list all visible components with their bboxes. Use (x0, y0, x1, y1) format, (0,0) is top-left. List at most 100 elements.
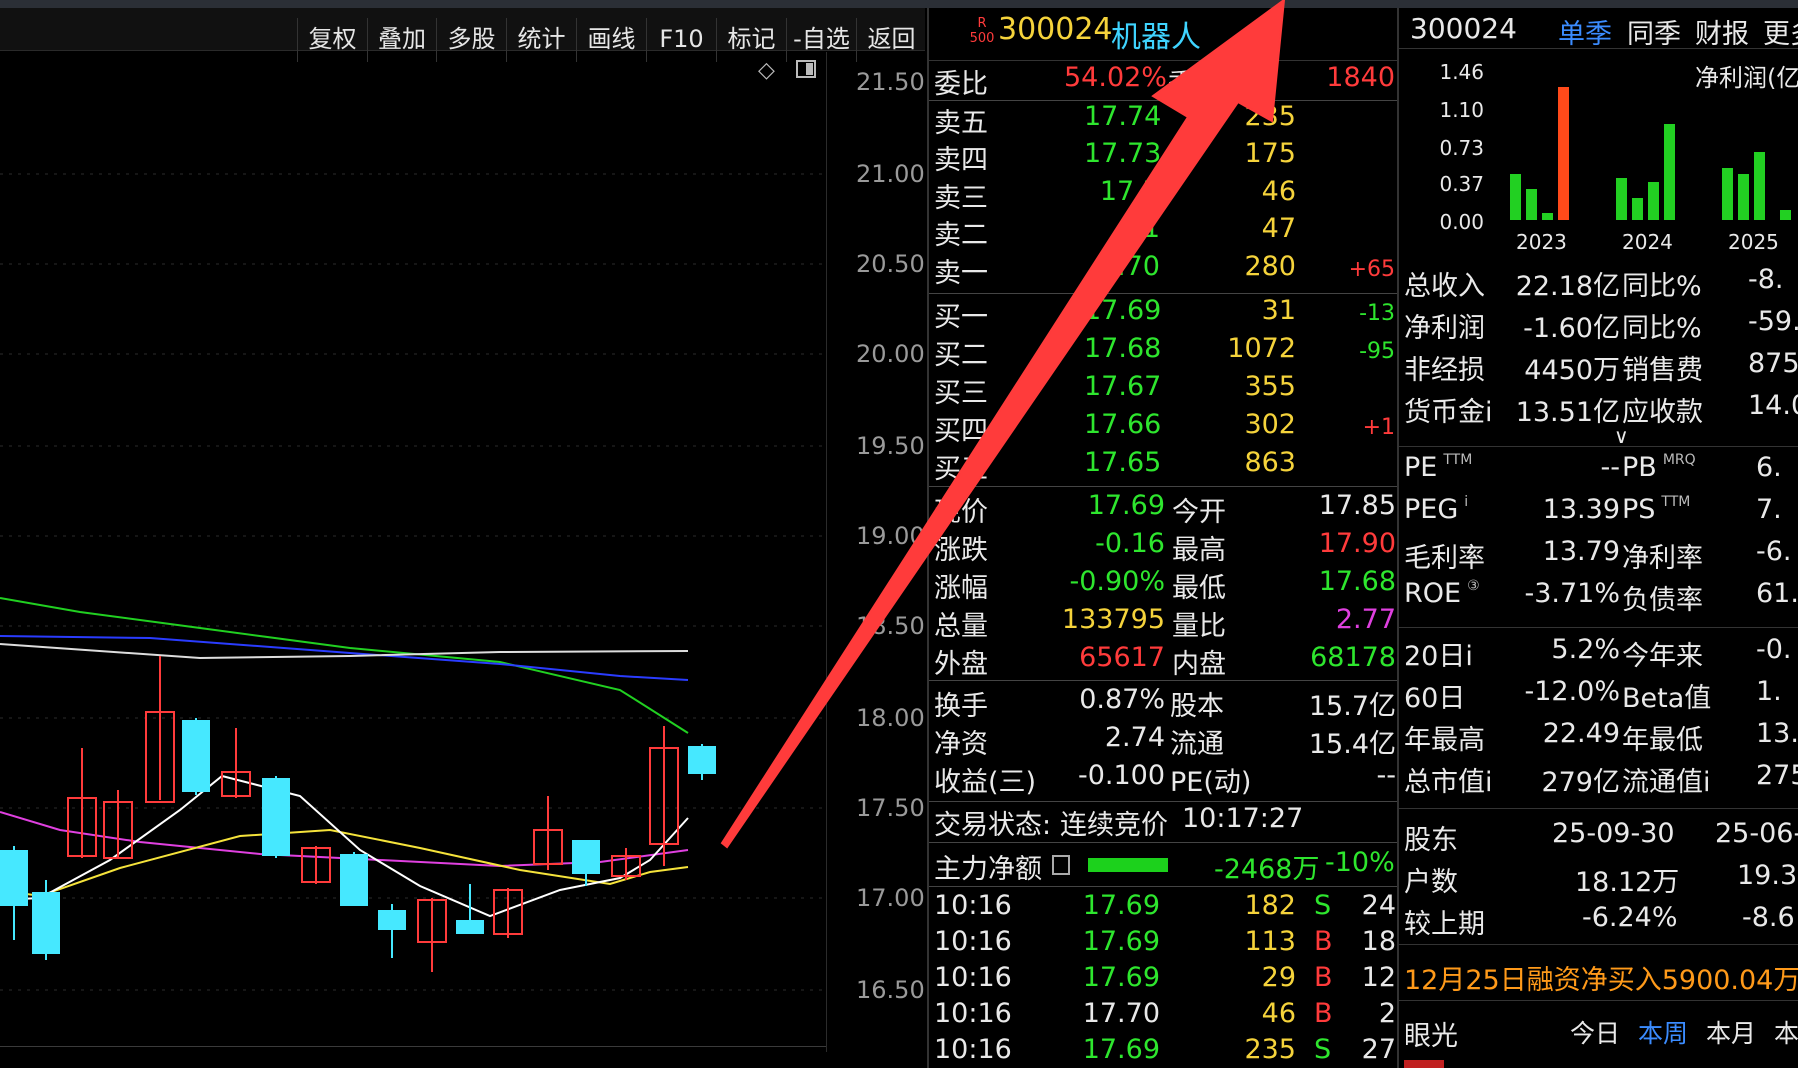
tick-count: 12 (1361, 962, 1396, 993)
bid-price: 17.66 (1084, 409, 1162, 440)
profit-bar (1510, 174, 1521, 220)
badge-bottom: 500 (969, 31, 995, 46)
eye-tab-month[interactable]: 本月 (1706, 1014, 1756, 1050)
fin-label: 总收入 (1404, 271, 1485, 302)
candle-body-down (0, 850, 28, 906)
fin-value: 13.79 (1542, 536, 1620, 567)
diamond-icon[interactable]: ◇ (758, 58, 775, 83)
fin-label-text: PB (1622, 452, 1657, 483)
fin-value: -12.0% (1524, 676, 1620, 707)
fin-label-text: PS (1622, 494, 1656, 525)
fin-label: 应收款 (1622, 397, 1703, 428)
eye-row-marker (1404, 1060, 1444, 1068)
tab-report[interactable]: 财报 (1695, 12, 1749, 51)
trade-status-value: 连续竞价 (1060, 810, 1168, 841)
fin-label: 60日 (1404, 683, 1466, 714)
profit-y-tick: 1.10 (1439, 98, 1484, 122)
tick-side: B (1314, 926, 1333, 957)
fin-label: 今年来 (1622, 641, 1703, 672)
quote-value: 15.4亿 (1308, 729, 1396, 760)
tick-price: 17.69 (1082, 890, 1160, 921)
quote-value: 68178 (1310, 642, 1396, 673)
profit-bar (1616, 178, 1627, 220)
candle-body-down (378, 910, 406, 930)
profit-y-tick: 0.73 (1439, 136, 1484, 160)
fin-value: 279亿 (1541, 767, 1620, 798)
quote-label: 总量 (934, 611, 988, 642)
candle-body-down (182, 720, 210, 792)
tick-side: S (1314, 890, 1332, 921)
fin-label: Beta值 (1622, 683, 1712, 714)
tick-time: 10:16 (934, 1034, 1012, 1065)
quote-value: -0.90% (1069, 566, 1165, 597)
fin-value: 61. (1756, 578, 1798, 609)
panel-toggle-icon[interactable] (796, 60, 816, 78)
eye-tab-more[interactable]: 本 (1774, 1014, 1798, 1050)
fin-value: 6. (1756, 452, 1782, 483)
tab-more[interactable]: 更多 (1763, 12, 1798, 51)
fin-value: -6. (1756, 536, 1792, 567)
fin-value: -59. (1748, 306, 1798, 337)
bid-change: -95 (1359, 339, 1395, 364)
bid-label: 买二 (934, 340, 988, 371)
expand-chevron-icon[interactable]: ∨ (1614, 424, 1629, 448)
quote-label: 换手 (934, 691, 988, 722)
fin-label: 净利率 (1622, 536, 1709, 575)
eye-label: 眼光 (1404, 1021, 1458, 1052)
fin-value: 5.2% (1551, 634, 1620, 665)
holders-date-1: 25-09-30 (1552, 818, 1675, 849)
candle-body-down (688, 746, 716, 774)
fin-label: PEG i (1404, 494, 1468, 525)
bid-label: 买三 (934, 378, 988, 409)
eye-tab-week[interactable]: 本周 (1638, 1014, 1688, 1050)
fin-label: PS TTM (1622, 494, 1690, 525)
tick-volume: 113 (1244, 926, 1296, 957)
holder-change-1: -6.24% (1582, 902, 1678, 933)
fin-label-sup: TTM (1443, 452, 1473, 468)
fin-label-sup: ③ (1467, 578, 1480, 594)
quote-label: 流通 (1170, 729, 1224, 760)
stock-name: 机器人 (1111, 20, 1201, 55)
fin-label: PE TTM (1404, 452, 1472, 483)
margin-notice[interactable]: 12月25日融资净买入5900.04万 (1404, 958, 1798, 997)
tick-side: B (1314, 962, 1333, 993)
fin-label: 货币金i (1404, 397, 1493, 428)
fin-value: -1.60亿 (1523, 313, 1620, 344)
price-axis-label: 17.50 (856, 794, 925, 822)
bid-volume: 302 (1244, 409, 1296, 440)
window-top-strip (0, 0, 1798, 8)
fin-value: 7. (1756, 494, 1782, 525)
price-axis-label: 16.50 (856, 976, 925, 1004)
tab-single-quarter[interactable]: 单季 (1558, 12, 1612, 51)
ask-volume: 46 (1261, 176, 1296, 207)
tick-count: 18 (1361, 926, 1396, 957)
candle-body-down (32, 892, 60, 954)
bid-label: 买一 (934, 302, 988, 333)
ask-volume: 280 (1244, 251, 1296, 282)
price-axis-label: 18.00 (856, 704, 925, 732)
chart-toolbar: 复权 叠加 多股 统计 画线 F10 标记 -自选 返回 (0, 8, 925, 62)
eye-tab-today[interactable]: 今日 (1570, 1014, 1620, 1050)
profit-bar (1738, 174, 1749, 220)
ask-change: +65 (1348, 257, 1395, 282)
bid-volume: 31 (1261, 295, 1296, 326)
profit-x-label: 2024 (1622, 230, 1673, 254)
bid-volume: 355 (1244, 371, 1296, 402)
fin-label: 年最高 (1404, 725, 1485, 756)
ma-line-green (0, 597, 689, 734)
quote-label: 内盘 (1172, 649, 1226, 680)
fin-value: 14.07 (1748, 390, 1798, 421)
quote-label: 涨幅 (934, 573, 988, 604)
main-flow-pct: -10% (1325, 847, 1395, 878)
flow-detail-icon[interactable] (1052, 855, 1070, 875)
quote-value: -0.100 (1077, 760, 1165, 791)
kline-chart[interactable] (0, 50, 928, 1068)
holder-count-label: 户数 (1404, 867, 1458, 898)
tick-count: 27 (1361, 1034, 1396, 1065)
ma-line-blue (0, 635, 689, 681)
ask-label: 卖五 (934, 108, 988, 139)
quote-value: 17.85 (1318, 490, 1396, 521)
fin-value: 275 (1756, 760, 1798, 791)
fin-value: -8. (1748, 264, 1784, 295)
tab-same-quarter[interactable]: 同季 (1627, 12, 1681, 51)
